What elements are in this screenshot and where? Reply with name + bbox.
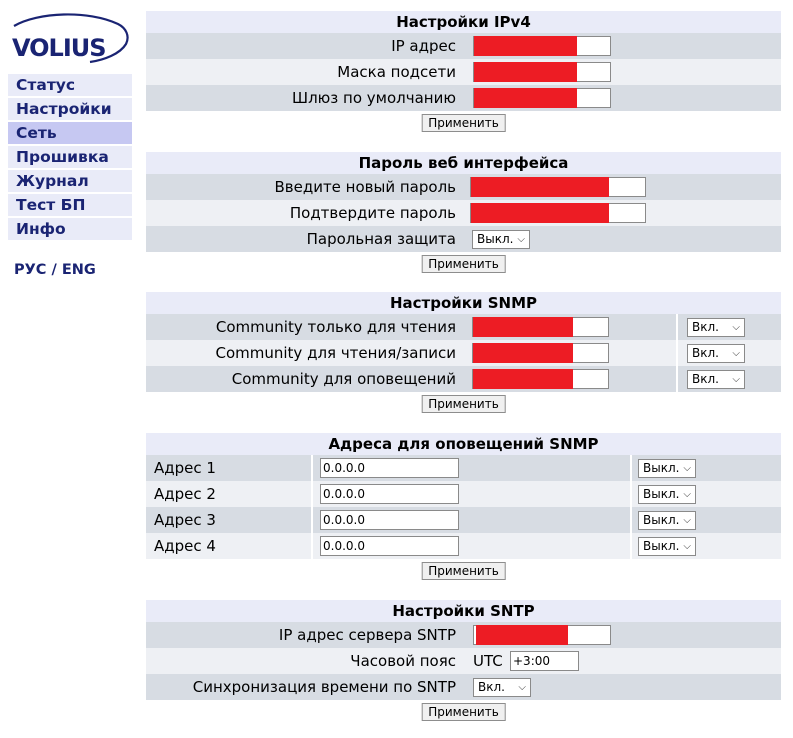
row-label: Часовой пояс <box>350 652 456 670</box>
chevron-down-icon: ⌵ <box>732 348 740 359</box>
row-label: Community для чтения/записи <box>215 344 456 362</box>
redaction-block <box>474 62 577 82</box>
chevron-down-icon: ⌵ <box>683 541 691 552</box>
apply-snmp-button[interactable]: Применить <box>421 395 506 413</box>
chevron-down-icon: ⌵ <box>683 489 691 500</box>
sntp-server-row: IP адрес сервера SNTP <box>146 622 781 648</box>
timezone-input[interactable] <box>510 651 579 671</box>
password-protect-select[interactable]: Выкл. ⌵ <box>472 230 530 249</box>
row-label: Маска подсети <box>337 63 456 81</box>
trap-address-2-input[interactable] <box>320 484 459 504</box>
redaction-block <box>473 369 573 389</box>
section-title: Настройки SNMP <box>146 292 781 314</box>
sntp-sync-select[interactable]: Вкл. ⌵ <box>473 678 531 697</box>
trap-address-row: Адрес 2 Выкл.⌵ <box>146 481 781 507</box>
row-label: Шлюз по умолчанию <box>292 89 456 107</box>
redaction-block <box>474 36 577 56</box>
apply-snmp-addresses-button[interactable]: Применить <box>421 562 506 580</box>
trap-address-row: Адрес 3 Выкл.⌵ <box>146 507 781 533</box>
apply-ipv4-button[interactable]: Применить <box>421 114 506 132</box>
chevron-down-icon: ⌵ <box>518 682 526 693</box>
trap-address-2-select[interactable]: Выкл. ⌵ <box>638 485 696 504</box>
row-label: Парольная защита <box>306 230 456 248</box>
community-trap-select[interactable]: Вкл. ⌵ <box>687 370 745 389</box>
apply-password-button[interactable]: Применить <box>421 255 506 273</box>
row-label: Community для оповещений <box>231 370 456 388</box>
trap-address-row: Адрес 4 Выкл.⌵ <box>146 533 781 559</box>
section-title: Настройки IPv4 <box>146 11 781 33</box>
row-label: IP адрес сервера SNTP <box>278 626 456 644</box>
redaction-block <box>473 317 573 337</box>
nav-item-info[interactable]: Инфо <box>8 218 132 240</box>
row-label: Введите новый пароль <box>274 178 456 196</box>
snmp-section: Настройки SNMP Community только для чтен… <box>146 292 781 416</box>
confirm-password-row: Подтвердите пароль <box>146 200 781 226</box>
logo-text: VOLIUS <box>12 34 106 62</box>
ip-address-row: IP адрес <box>146 33 781 59</box>
row-label: Синхронизация времени по SNTP <box>192 678 456 696</box>
password-protect-row: Парольная защита Выкл. ⌵ <box>146 226 781 252</box>
utc-prefix: UTC <box>473 652 503 670</box>
redaction-block <box>476 625 568 645</box>
sidebar-nav: Статус Настройки Сеть Прошивка Журнал Те… <box>8 74 132 242</box>
section-title: Пароль веб интерфейса <box>146 152 781 174</box>
trap-address-3-select[interactable]: Выкл. ⌵ <box>638 511 696 530</box>
row-label: Адрес 3 <box>154 511 216 529</box>
row-label: Адрес 4 <box>154 537 216 555</box>
nav-item-psu-test[interactable]: Тест БП <box>8 194 132 216</box>
sntp-section: Настройки SNTP IP адрес сервера SNTP Час… <box>146 600 781 724</box>
redaction-block <box>474 88 577 108</box>
trap-address-4-select[interactable]: Выкл. ⌵ <box>638 537 696 556</box>
row-label: Community только для чтения <box>215 318 456 336</box>
language-switch[interactable]: РУС / ENG <box>14 262 96 278</box>
trap-address-row: Адрес 1 Выкл.⌵ <box>146 455 781 481</box>
community-readwrite-row: Community для чтения/записи Вкл. ⌵ <box>146 340 781 366</box>
new-password-row: Введите новый пароль <box>146 174 781 200</box>
row-label: Адрес 2 <box>154 485 216 503</box>
nav-item-network[interactable]: Сеть <box>8 122 132 144</box>
nav-item-status[interactable]: Статус <box>8 74 132 96</box>
row-label: IP адрес <box>391 37 456 55</box>
nav-item-firmware[interactable]: Прошивка <box>8 146 132 168</box>
redaction-block <box>471 177 609 197</box>
subnet-mask-row: Маска подсети <box>146 59 781 85</box>
community-read-select[interactable]: Вкл. ⌵ <box>687 318 745 337</box>
gateway-row: Шлюз по умолчанию <box>146 85 781 111</box>
trap-address-1-input[interactable] <box>320 458 459 478</box>
nav-item-settings[interactable]: Настройки <box>8 98 132 120</box>
chevron-down-icon: ⌵ <box>683 515 691 526</box>
chevron-down-icon: ⌵ <box>683 463 691 474</box>
redaction-block <box>473 343 573 363</box>
snmp-addresses-section: Адреса для оповещений SNMP Адрес 1 Выкл.… <box>146 433 781 583</box>
apply-sntp-button[interactable]: Применить <box>421 703 506 721</box>
chevron-down-icon: ⌵ <box>517 234 525 245</box>
row-label: Подтвердите пароль <box>289 204 456 222</box>
trap-address-1-select[interactable]: Выкл. ⌵ <box>638 459 696 478</box>
chevron-down-icon: ⌵ <box>732 322 740 333</box>
chevron-down-icon: ⌵ <box>732 374 740 385</box>
volius-logo: VOLIUS <box>12 13 129 64</box>
ipv4-section: Настройки IPv4 IP адрес Маска подсети Шл… <box>146 11 781 135</box>
community-read-row: Community только для чтения Вкл. ⌵ <box>146 314 781 340</box>
community-readwrite-select[interactable]: Вкл. ⌵ <box>687 344 745 363</box>
community-trap-row: Community для оповещений Вкл. ⌵ <box>146 366 781 392</box>
password-section: Пароль веб интерфейса Введите новый паро… <box>146 152 781 276</box>
section-title: Настройки SNTP <box>146 600 781 622</box>
redaction-block <box>471 203 609 223</box>
timezone-row: Часовой пояс UTC <box>146 648 781 674</box>
nav-item-log[interactable]: Журнал <box>8 170 132 192</box>
sntp-sync-row: Синхронизация времени по SNTP Вкл. ⌵ <box>146 674 781 700</box>
row-label: Адрес 1 <box>154 459 216 477</box>
section-title: Адреса для оповещений SNMP <box>146 433 781 455</box>
trap-address-4-input[interactable] <box>320 536 459 556</box>
trap-address-3-input[interactable] <box>320 510 459 530</box>
